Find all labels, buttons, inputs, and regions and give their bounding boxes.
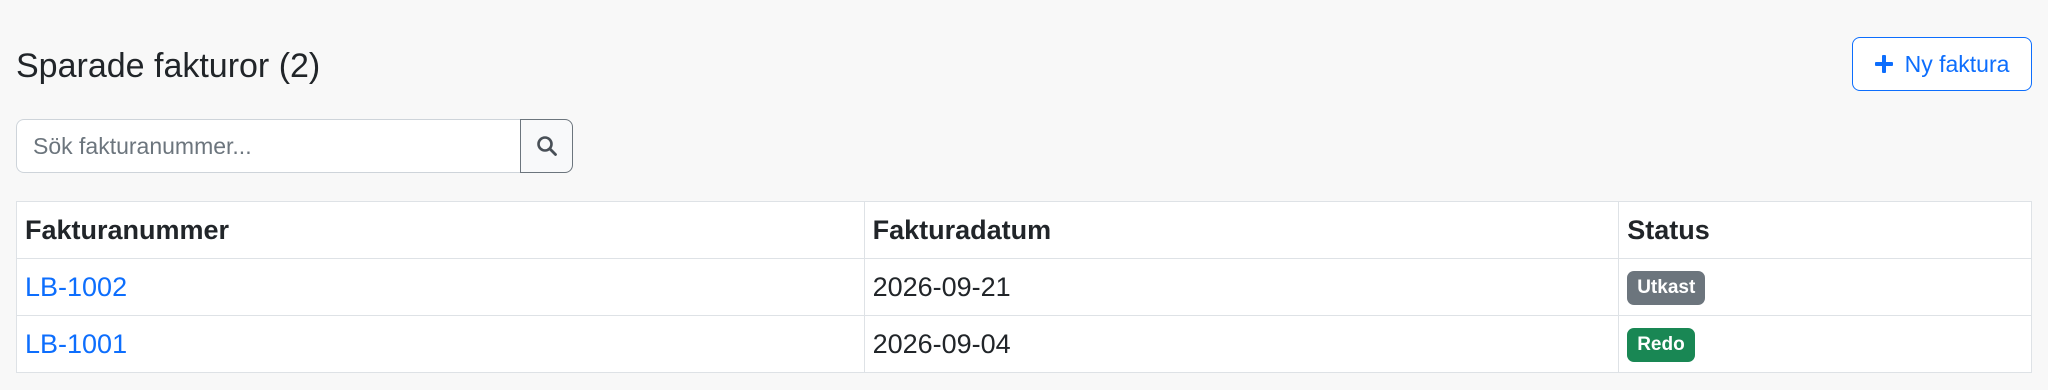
table-row: LB-1002 2026-09-21 Utkast (16, 258, 2032, 316)
search-group (16, 119, 573, 173)
page-title: Sparade fakturor (2) (16, 47, 321, 85)
invoice-date-cell: 2026-09-04 (863, 315, 1620, 373)
search-input[interactable] (16, 119, 520, 173)
invoice-date-cell: 2026-09-21 (863, 258, 1620, 316)
table-header-row: Fakturanummer Fakturadatum Status (16, 201, 2032, 259)
search-icon (536, 135, 558, 157)
status-badge: Utkast (1627, 271, 1706, 305)
status-cell: Redo (1618, 315, 2032, 373)
invoice-number-cell: LB-1001 (16, 315, 865, 373)
new-invoice-button[interactable]: Ny faktura (1852, 37, 2032, 91)
table-row: LB-1001 2026-09-04 Redo (16, 315, 2032, 373)
new-invoice-button-label: Ny faktura (1904, 50, 2010, 77)
status-cell: Utkast (1618, 258, 2032, 316)
invoice-link[interactable]: LB-1002 (25, 272, 127, 302)
search-button[interactable] (520, 119, 573, 173)
column-header-invoice-date: Fakturadatum (863, 201, 1620, 259)
status-badge: Redo (1627, 328, 1695, 362)
plus-icon (1874, 55, 1893, 73)
invoice-number-cell: LB-1002 (16, 258, 865, 316)
invoice-link[interactable]: LB-1001 (25, 329, 127, 359)
column-header-invoice-number: Fakturanummer (16, 201, 865, 259)
invoice-table: Fakturanummer Fakturadatum Status LB-100… (16, 201, 2032, 373)
column-header-status: Status (1618, 201, 2032, 259)
